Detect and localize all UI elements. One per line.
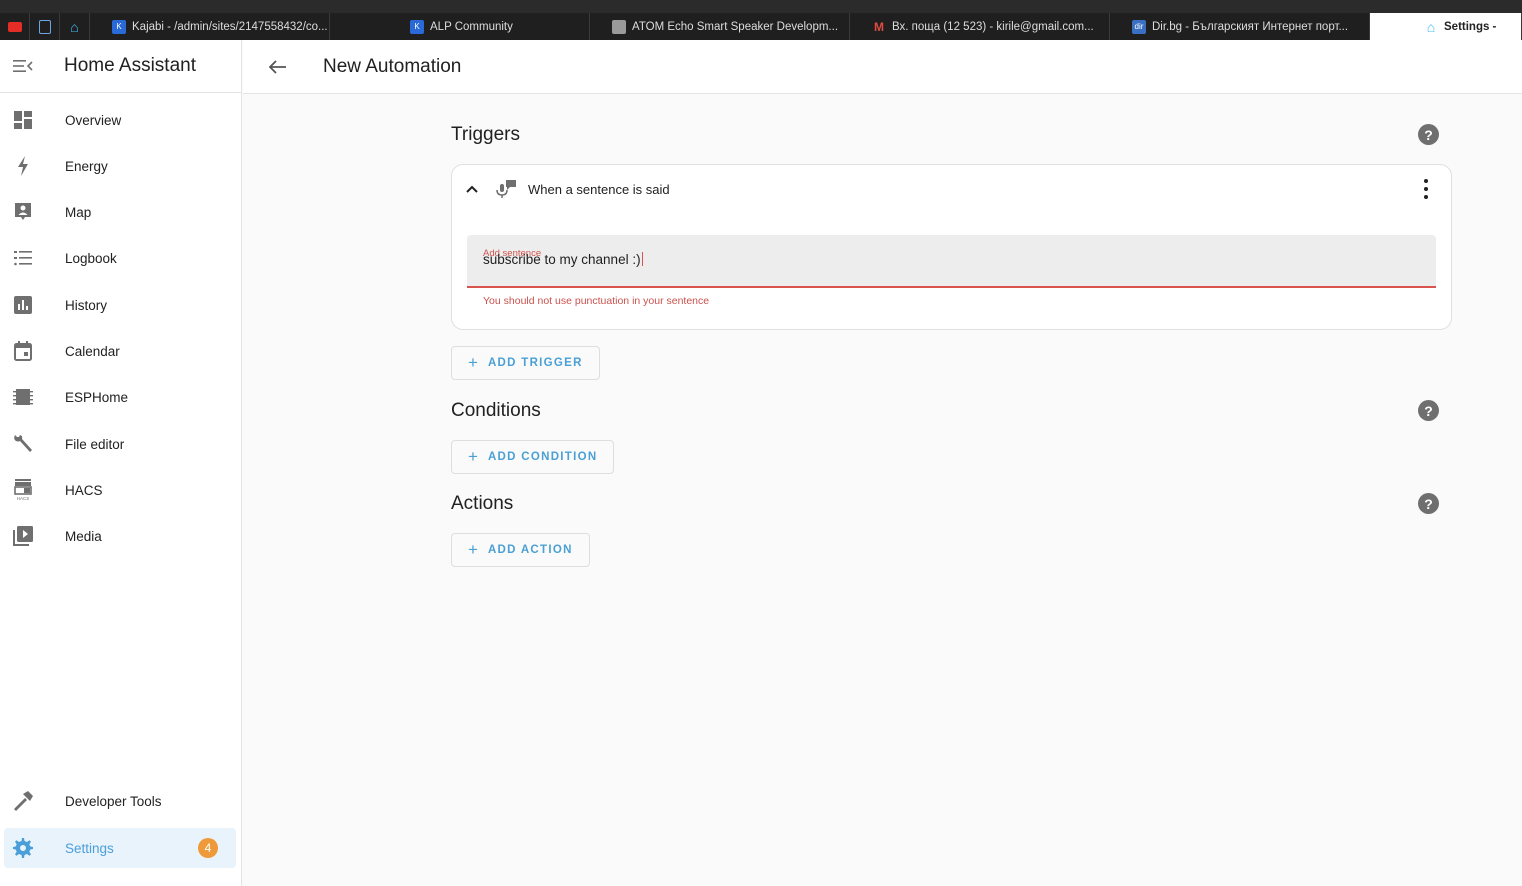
browser-tab-bar: ⌂ K Kajabi - /admin/sites/2147558432/co..… — [0, 13, 1522, 40]
sentence-input-value: subscribe to my channel :) — [483, 252, 641, 267]
hammer-icon — [14, 791, 33, 811]
sidebar: Home Assistant Overview Energy Map Logbo… — [0, 40, 242, 886]
sidebar-item-settings[interactable]: Settings 4 — [4, 828, 236, 868]
menu-collapse-icon — [13, 60, 33, 72]
sidebar-header: Home Assistant — [0, 40, 241, 93]
kajabi-icon: K — [410, 19, 424, 34]
browser-tab[interactable]: dir Dir.bg - Българският Интернет порт... — [1110, 13, 1370, 40]
pinned-tab-home-assistant[interactable]: ⌂ — [60, 13, 90, 40]
svg-text:HACS: HACS — [17, 496, 30, 501]
more-vertical-icon — [1424, 179, 1428, 183]
sentence-input[interactable]: Add sentence subscribe to my channel :) — [467, 235, 1436, 288]
trigger-label: When a sentence is said — [528, 181, 670, 197]
trigger-menu-button[interactable] — [1417, 179, 1435, 199]
actions-heading: Actions — [451, 493, 514, 514]
hacs-icon: HACS — [14, 479, 32, 501]
back-button[interactable] — [263, 52, 293, 82]
chevron-up-icon — [466, 185, 478, 193]
atom-icon — [612, 19, 626, 34]
browser-chrome — [0, 0, 1522, 13]
trigger-card: When a sentence is said Add sentence sub… — [451, 164, 1452, 330]
menu-toggle-button[interactable] — [0, 59, 46, 73]
wrench-icon — [14, 435, 32, 452]
plus-icon: + — [468, 540, 478, 559]
sidebar-item-file-editor[interactable]: File editor — [4, 424, 236, 464]
trigger-card-header[interactable]: When a sentence is said — [452, 165, 1451, 213]
calendar-icon — [14, 341, 32, 361]
sidebar-item-energy[interactable]: Energy — [4, 146, 236, 186]
app-title: Home Assistant — [64, 55, 196, 76]
page-title: New Automation — [323, 55, 462, 77]
browser-tab[interactable]: M Вх. поща (12 523) - kirile@gmail.com... — [850, 13, 1110, 40]
gmail-icon: M — [874, 19, 884, 34]
pinned-tab-app[interactable] — [30, 13, 60, 40]
dirbg-icon: dir — [1132, 19, 1146, 34]
home-assistant-icon: ⌂ — [70, 18, 79, 35]
home-assistant-icon: ⌂ — [1426, 18, 1436, 35]
arrow-left-icon — [269, 59, 286, 74]
add-trigger-button[interactable]: + ADD TRIGGER — [451, 346, 600, 380]
help-icon: ? — [1424, 495, 1433, 512]
microphone-message-icon — [496, 180, 516, 198]
gear-icon — [13, 838, 33, 858]
sidebar-item-esphome[interactable]: ESPHome — [4, 377, 236, 417]
sidebar-item-media[interactable]: Media — [4, 516, 236, 556]
page-header: New Automation — [243, 40, 1522, 94]
plus-icon: + — [468, 353, 478, 372]
sidebar-item-map[interactable]: Map — [4, 192, 236, 232]
dashboard-icon — [14, 111, 32, 129]
text-caret — [641, 252, 643, 266]
sidebar-item-hacs[interactable]: HACS HACS — [4, 470, 236, 510]
media-play-icon — [13, 526, 33, 546]
app-icon — [38, 19, 51, 34]
sentence-error-text: You should not use punctuation in your s… — [483, 295, 710, 307]
collapse-toggle[interactable] — [464, 185, 480, 193]
sidebar-item-developer-tools[interactable]: Developer Tools — [4, 781, 236, 821]
help-icon: ? — [1424, 126, 1433, 143]
triggers-help-button[interactable]: ? — [1418, 124, 1439, 145]
browser-tab-active[interactable]: ⌂ Settings - — [1370, 13, 1522, 40]
browser-tab[interactable]: ATOM Echo Smart Speaker Developm... — [590, 13, 850, 40]
add-condition-button[interactable]: + ADD CONDITION — [451, 440, 615, 474]
chart-box-icon — [14, 296, 32, 314]
map-person-icon — [15, 203, 31, 220]
plus-icon: + — [468, 447, 478, 466]
list-icon — [14, 251, 32, 266]
help-icon: ? — [1424, 402, 1433, 419]
sidebar-item-logbook[interactable]: Logbook — [4, 238, 236, 278]
chip-icon — [13, 389, 33, 405]
pinned-tab-youtube[interactable] — [0, 13, 30, 40]
add-action-button[interactable]: + ADD ACTION — [451, 533, 590, 567]
browser-tab[interactable]: K Kajabi - /admin/sites/2147558432/co... — [90, 13, 330, 40]
notification-badge: 4 — [198, 838, 218, 858]
triggers-heading: Triggers — [451, 124, 520, 145]
youtube-icon — [7, 21, 22, 32]
lightning-icon — [18, 156, 28, 176]
actions-help-button[interactable]: ? — [1418, 493, 1439, 514]
sidebar-item-overview[interactable]: Overview — [4, 100, 236, 140]
conditions-help-button[interactable]: ? — [1418, 400, 1439, 421]
sidebar-item-calendar[interactable]: Calendar — [4, 331, 236, 371]
browser-tab[interactable]: K ALP Community — [330, 13, 590, 40]
sidebar-item-history[interactable]: History — [4, 285, 236, 325]
conditions-heading: Conditions — [451, 400, 541, 421]
kajabi-icon: K — [112, 19, 126, 34]
